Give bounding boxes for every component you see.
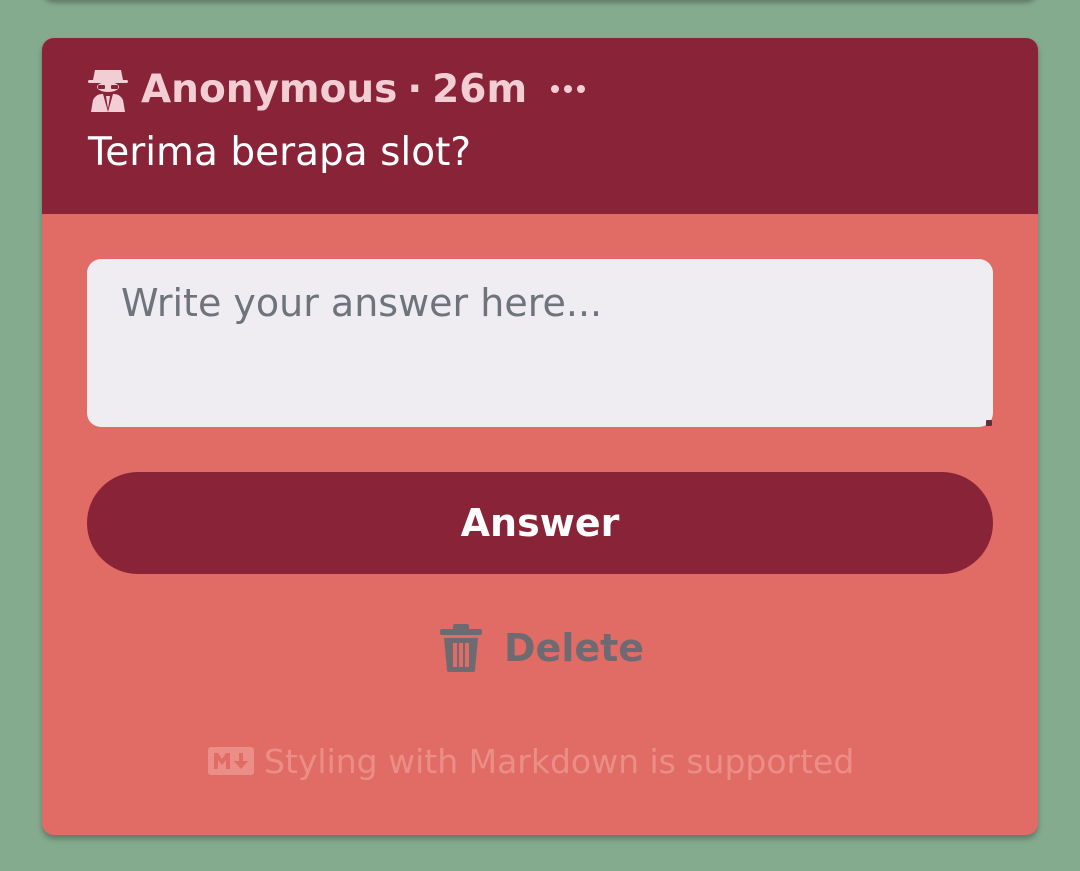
question-text: Terima berapa slot? bbox=[88, 130, 472, 175]
more-horizontal-icon[interactable] bbox=[551, 85, 586, 93]
author-name: Anonymous bbox=[141, 66, 398, 112]
markdown-icon bbox=[208, 747, 254, 775]
question-header: Anonymous · 26m Terima berapa slot? bbox=[42, 38, 1038, 214]
answer-button-label: Answer bbox=[460, 501, 620, 545]
question-card: Anonymous · 26m Terima berapa slot? Answ… bbox=[42, 38, 1038, 835]
markdown-note: Styling with Markdown is supported bbox=[208, 738, 854, 784]
meta-separator: · bbox=[407, 66, 423, 112]
delete-button[interactable]: Delete bbox=[440, 622, 644, 674]
question-meta: Anonymous · 26m bbox=[87, 62, 586, 116]
post-time: 26m bbox=[432, 66, 528, 112]
delete-label: Delete bbox=[504, 626, 645, 670]
answer-button[interactable]: Answer bbox=[87, 472, 993, 574]
spy-icon bbox=[88, 70, 128, 112]
markdown-note-text: Styling with Markdown is supported bbox=[264, 741, 855, 781]
trash-icon bbox=[440, 624, 482, 672]
answer-input[interactable] bbox=[87, 259, 993, 427]
resize-handle[interactable] bbox=[986, 420, 992, 426]
